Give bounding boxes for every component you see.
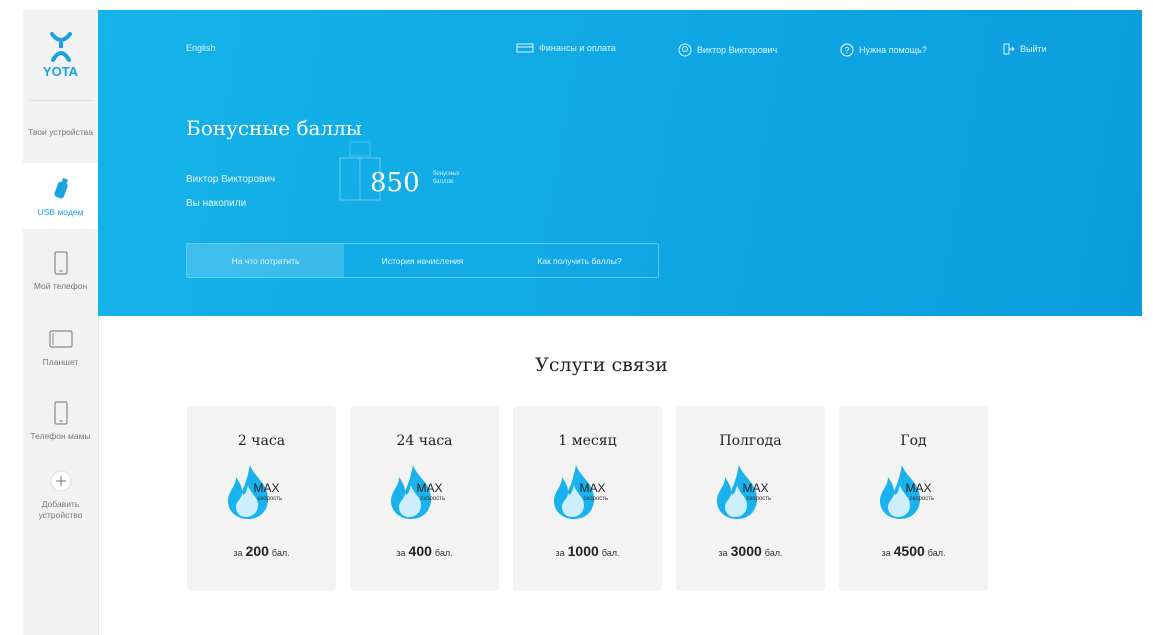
plus-icon [50, 467, 72, 495]
yota-logo-icon [49, 31, 72, 62]
card-title: Год [900, 433, 927, 449]
tab-how-to-get[interactable]: Как получить баллы? [501, 244, 658, 277]
service-card[interactable]: 2 часа MAX скорость за 200 бал. [187, 406, 336, 591]
card-price: за 4500 бал. [881, 543, 945, 559]
speed-label: скорость [909, 496, 935, 502]
question-icon: ? [840, 43, 854, 57]
logo-text: YOTA [42, 63, 79, 79]
card-price: за 200 бал. [233, 543, 289, 559]
sidebar-item-my-phone[interactable]: Мой телефон [23, 229, 98, 311]
flame-icon: MAX скорость [874, 463, 954, 523]
price-value: 1000 [567, 543, 599, 559]
max-label: MAX [742, 481, 769, 495]
tab-history[interactable]: История начисления [344, 244, 501, 277]
flame-icon: MAX скорость [548, 463, 628, 523]
price-prefix: за [396, 548, 406, 558]
help-link[interactable]: ? Нужна помощь? [840, 43, 927, 57]
phone-icon [53, 399, 68, 427]
card-title: 1 месяц [558, 433, 617, 449]
price-value: 400 [408, 543, 432, 559]
service-card[interactable]: 1 месяц MAX скорость за 1000 бал. [513, 406, 662, 591]
speed-label: скорость [746, 496, 772, 502]
sidebar-item-usb-modem[interactable]: USB модем [23, 163, 98, 229]
sidebar: YOTA Твои устройства USB модем Мой телеф… [23, 10, 99, 635]
card-price: за 3000 бал. [718, 543, 782, 559]
price-value: 200 [245, 543, 269, 559]
accumulated-label: Вы накопили [186, 198, 247, 209]
card-icon [516, 43, 534, 53]
speed-label: скорость [420, 496, 446, 502]
section-title: Услуги связи [535, 354, 668, 376]
user-profile-link[interactable]: Виктор Викторович [678, 43, 777, 57]
add-device-button[interactable]: Добавить устройство [23, 459, 98, 529]
speed-label: скорость [257, 496, 283, 502]
service-cards: 2 часа MAX скорость за 200 бал. 24 часа … [187, 406, 988, 591]
price-prefix: за [233, 548, 243, 558]
service-card[interactable]: 24 часа MAX скорость за 400 бал. [350, 406, 499, 591]
sidebar-item-mom-phone[interactable]: Телефон мамы [23, 381, 98, 459]
price-unit: бал. [601, 548, 620, 558]
price-unit: бал. [271, 548, 290, 558]
flame-icon: MAX скорость [711, 463, 791, 523]
sidebar-item-label: USB модем [37, 206, 84, 217]
price-unit: бал. [434, 548, 453, 558]
tab-spend[interactable]: На что потратить [187, 244, 344, 277]
bonus-points-label: бонусных баллов [433, 171, 460, 185]
max-label: MAX [253, 481, 280, 495]
usb-modem-icon [53, 175, 69, 203]
sidebar-item-devices[interactable]: Твои устройства [23, 101, 98, 163]
flame-icon: MAX скорость [385, 463, 465, 523]
sidebar-item-label: Добавить устройство [38, 499, 83, 520]
svg-text:?: ? [845, 46, 850, 55]
price-prefix: за [555, 548, 565, 558]
card-price: за 400 бал. [396, 543, 452, 559]
price-unit: бал. [927, 548, 946, 558]
price-value: 3000 [730, 543, 762, 559]
sidebar-item-label: Мой телефон [33, 280, 88, 291]
max-label: MAX [416, 481, 443, 495]
card-title: 2 часа [237, 433, 286, 449]
service-card[interactable]: Год MAX скорость за 4500 бал. [839, 406, 988, 591]
speed-label: скорость [583, 496, 609, 502]
service-card[interactable]: Полгода MAX скорость за 3000 бал. [676, 406, 825, 591]
price-prefix: за [881, 548, 891, 558]
language-link[interactable]: English [186, 43, 216, 53]
logout-link[interactable]: Выйти [1003, 43, 1047, 55]
flame-icon: MAX скорость [222, 463, 302, 523]
card-title: Полгода [719, 433, 782, 449]
phone-icon [53, 249, 68, 277]
bonus-points-value: 850 [370, 168, 420, 198]
user-icon [678, 43, 692, 57]
bonus-tabs: На что потратить История начисления Как … [186, 243, 659, 278]
card-price: за 1000 бал. [555, 543, 619, 559]
page-title: Бонусные баллы [186, 116, 362, 140]
hero-banner: English Финансы и оплата Виктор Викторов… [98, 10, 1142, 316]
price-value: 4500 [893, 543, 925, 559]
price-prefix: за [718, 548, 728, 558]
max-label: MAX [579, 481, 606, 495]
finance-link[interactable]: Финансы и оплата [516, 43, 616, 53]
user-name: Виктор Викторович [186, 174, 276, 185]
yota-logo[interactable]: YOTA [29, 10, 92, 101]
tablet-icon [48, 325, 73, 353]
sidebar-item-label: Твои устройства [28, 126, 93, 137]
logout-icon [1003, 43, 1015, 55]
sidebar-item-label: Телефон мамы [30, 430, 91, 441]
price-unit: бал. [764, 548, 783, 558]
max-label: MAX [905, 481, 932, 495]
card-title: 24 часа [396, 433, 453, 449]
